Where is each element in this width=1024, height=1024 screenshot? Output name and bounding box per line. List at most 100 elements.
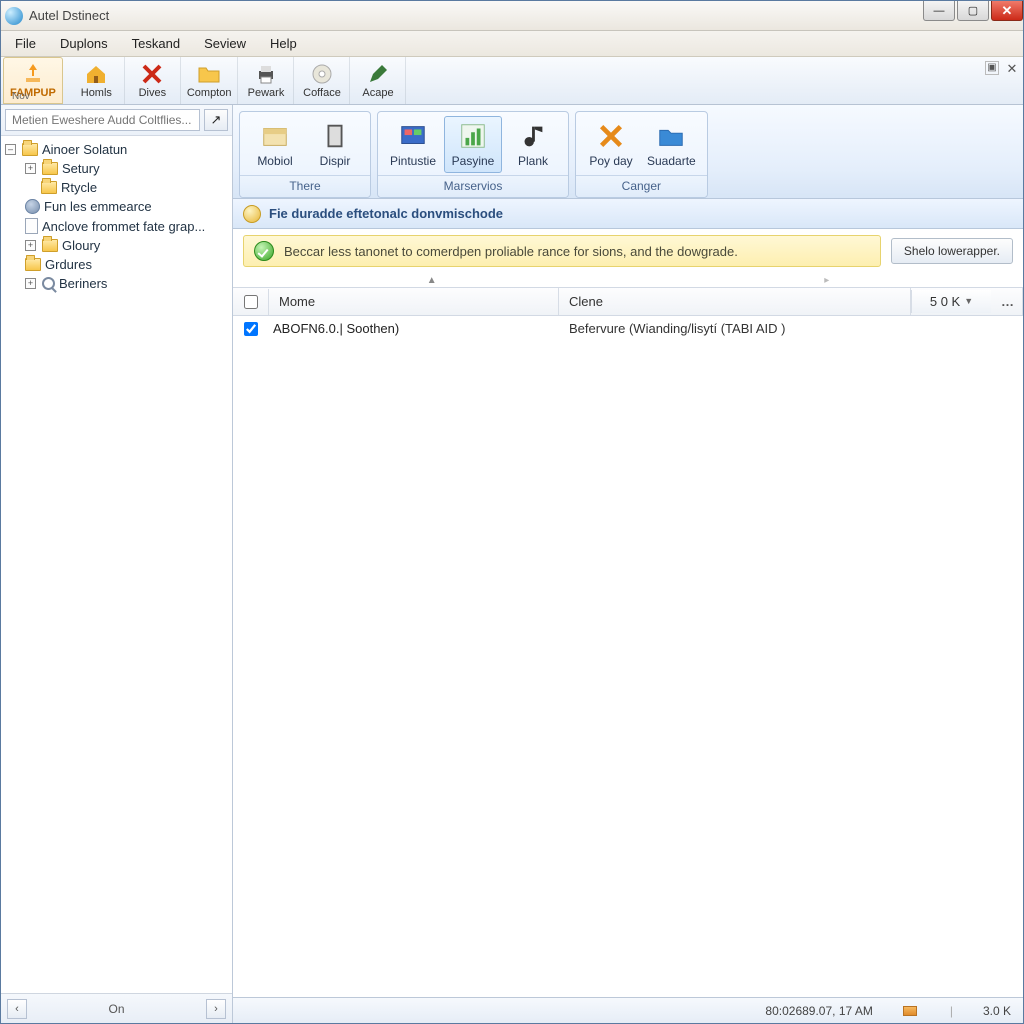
tree-item-rtycle[interactable]: Rtycle xyxy=(3,178,230,197)
ribbon-group-canger: Poy day Suadarte Canger xyxy=(575,111,708,198)
note-icon xyxy=(518,121,548,151)
info-action-button[interactable]: Shelo lowerapper. xyxy=(891,238,1013,264)
menu-help[interactable]: Help xyxy=(260,33,307,54)
window-title: Autel Dstinect xyxy=(29,8,109,23)
ribbon-dispir-label: Dispir xyxy=(320,154,351,168)
toolbar-cofface-label: Cofface xyxy=(303,87,341,99)
tree-item-grdures[interactable]: Grdures xyxy=(3,255,230,274)
table-row[interactable]: ABOFN6.0.| Soothen) Befervure (Wianding/… xyxy=(233,316,1023,341)
menu-seview[interactable]: Seview xyxy=(194,33,256,54)
tree-item-anclove[interactable]: Anclove frommet fate grap... xyxy=(3,216,230,236)
toolbar-homls-label: Homls xyxy=(81,87,112,99)
row-name: ABOFN6.0.| Soothen) xyxy=(269,321,559,336)
caret-hint-icon: ▸ xyxy=(824,275,829,286)
header-icon xyxy=(243,205,261,223)
ribbon-plank-label: Plank xyxy=(518,154,548,168)
menu-duplons[interactable]: Duplons xyxy=(50,33,118,54)
x-orange-icon xyxy=(596,121,626,151)
table-header-name[interactable]: Mome xyxy=(269,288,559,315)
table-header-more[interactable]: … xyxy=(991,288,1023,315)
sidebar: ↗ – Ainoer Solatun + Setury Rtycle xyxy=(1,105,233,1023)
close-button[interactable]: ✕ xyxy=(991,1,1023,21)
tree-item-beriners[interactable]: + Beriners xyxy=(3,274,230,293)
tree-item-fun[interactable]: Fun les emmearce xyxy=(3,197,230,216)
folder-blue-icon xyxy=(656,121,686,151)
row-checkbox[interactable] xyxy=(244,322,258,336)
status-time: 80:02689.07, 17 AM xyxy=(765,1004,872,1018)
info-text: Beccar less tanonet to comerdpen proliab… xyxy=(284,244,738,259)
menu-teskand[interactable]: Teskand xyxy=(122,33,190,54)
sidebar-prev-button[interactable]: ‹ xyxy=(7,999,27,1019)
book-icon xyxy=(320,121,350,151)
ribbon-suadarte-label: Suadarte xyxy=(647,154,696,168)
menu-file[interactable]: File xyxy=(5,33,46,54)
toolbar-acape-label: Acape xyxy=(362,87,393,99)
tab-restore-button[interactable]: ▣ xyxy=(985,61,999,75)
screen-icon xyxy=(398,121,428,151)
title-bar: Autel Dstinect — ▢ ✕ xyxy=(1,1,1023,31)
chevron-down-icon: ▼ xyxy=(964,298,973,305)
disc-icon xyxy=(310,62,334,86)
table-header: Mome Clene 5 0 K ▼ … xyxy=(233,287,1023,316)
tree-item-label: Fun les emmearce xyxy=(44,199,152,214)
ribbon-group-there-title: There xyxy=(240,175,370,197)
toolbar-cofface[interactable]: Cofface xyxy=(294,57,350,104)
content-header-title: Fie duradde eftetonalc donvmischode xyxy=(269,206,503,221)
menu-bar: File Duplons Teskand Seview Help xyxy=(1,31,1023,57)
status-separator: | xyxy=(950,1004,953,1018)
sidebar-bottom-label: On xyxy=(27,1002,206,1016)
ribbon-pintustie[interactable]: Pintustie xyxy=(384,116,442,173)
tree-item-gloury[interactable]: + Gloury xyxy=(3,236,230,255)
printer-icon xyxy=(254,62,278,86)
ribbon-suadarte[interactable]: Suadarte xyxy=(642,116,701,173)
select-all-checkbox[interactable] xyxy=(244,295,258,309)
ribbon-poyday-label: Poy day xyxy=(589,154,632,168)
box-icon xyxy=(260,121,290,151)
ribbon-poyday[interactable]: Poy day xyxy=(582,116,640,173)
expand-icon[interactable]: + xyxy=(25,278,36,289)
tree-item-setury[interactable]: + Setury xyxy=(3,159,230,178)
body: ↗ – Ainoer Solatun + Setury Rtycle xyxy=(1,105,1023,1023)
tree-root[interactable]: – Ainoer Solatun xyxy=(3,140,230,159)
row-clene: Befervure (Wianding/lisytí (TABI AID ) xyxy=(559,321,1023,336)
tree-item-label: Setury xyxy=(62,161,100,176)
toolbar-compton-label: Compton xyxy=(187,87,232,99)
fampup-icon xyxy=(21,62,45,86)
toolbar-acape[interactable]: Acape xyxy=(350,57,406,104)
expand-icon[interactable]: + xyxy=(25,240,36,251)
caret-up-icon[interactable]: ▲ xyxy=(427,275,437,286)
sidebar-search-input[interactable] xyxy=(5,109,200,131)
ribbon-plank[interactable]: Plank xyxy=(504,116,562,173)
toolbar-pewark-label: Pewark xyxy=(248,87,285,99)
minimize-button[interactable]: — xyxy=(923,1,955,21)
sidebar-bottom-bar: ‹ On › xyxy=(1,993,232,1023)
maximize-button[interactable]: ▢ xyxy=(957,1,989,21)
toolbar-dives-label: Dives xyxy=(139,87,167,99)
toolbar-compton[interactable]: Compton xyxy=(181,57,239,104)
status-bar: 80:02689.07, 17 AM | 3.0 K xyxy=(233,997,1023,1023)
sidebar-search-go-button[interactable]: ↗ xyxy=(204,109,228,131)
table-header-count[interactable]: 5 0 K ▼ xyxy=(911,290,991,313)
sidebar-next-button[interactable]: › xyxy=(206,999,226,1019)
sidebar-tree: – Ainoer Solatun + Setury Rtycle Fun les… xyxy=(1,136,232,993)
status-chip-icon xyxy=(903,1006,917,1016)
pen-icon xyxy=(366,62,390,86)
fampup-button[interactable]: FAMPUP Nov xyxy=(3,57,63,104)
toolbar-homls[interactable]: Homls xyxy=(69,57,125,104)
app-icon xyxy=(5,7,23,25)
table-header-clene[interactable]: Clene xyxy=(559,288,911,315)
ribbon-pasyine[interactable]: Pasyine xyxy=(444,116,502,173)
table-header-check[interactable] xyxy=(233,289,269,315)
toolbar-pewark[interactable]: Pewark xyxy=(238,57,294,104)
tab-close-button[interactable]: ✕ xyxy=(1005,61,1019,75)
tree-item-label: Anclove frommet fate grap... xyxy=(42,219,205,234)
expand-icon[interactable]: + xyxy=(25,163,36,174)
collapse-icon[interactable]: – xyxy=(5,144,16,155)
collapse-row: ▲ ▸ xyxy=(233,273,1023,287)
tree-item-label: Beriners xyxy=(59,276,107,291)
status-icons xyxy=(903,1004,920,1018)
content-area: Mobiol Dispir There Pintustie xyxy=(233,105,1023,1023)
ribbon-mobiol[interactable]: Mobiol xyxy=(246,116,304,173)
toolbar-dives[interactable]: Dives xyxy=(125,57,181,104)
ribbon-dispir[interactable]: Dispir xyxy=(306,116,364,173)
